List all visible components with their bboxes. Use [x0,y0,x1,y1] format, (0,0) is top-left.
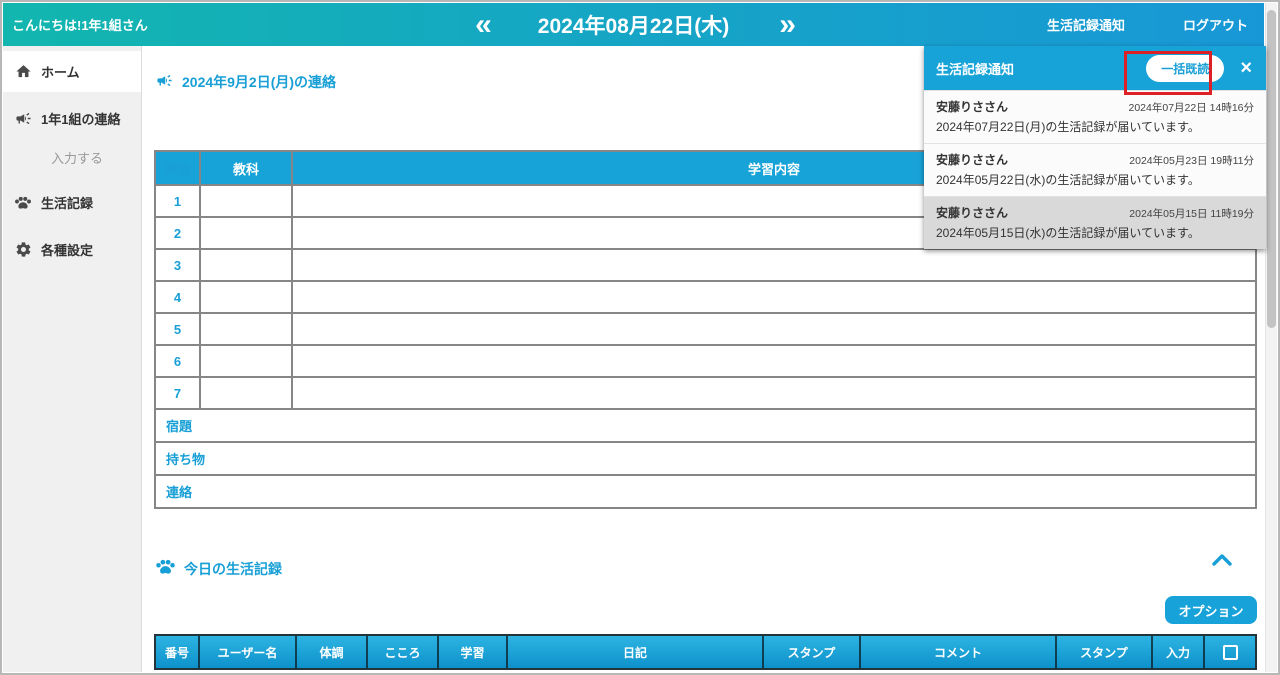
gear-icon [14,241,32,259]
timetable-row: 7 [156,376,1255,408]
sidebar-item-settings[interactable]: 各種設定 [3,229,141,270]
sidebar-item-home[interactable]: ホーム [3,51,141,92]
top-links: 生活記録通知 ログアウト [1047,15,1264,34]
content-cell [291,346,1255,376]
record-notification-link[interactable]: 生活記録通知 [1047,15,1125,34]
col-number: 番号 [156,636,198,668]
megaphone-icon [14,110,32,128]
col-stamp2: スタンプ [1055,636,1151,668]
home-icon [14,63,32,81]
notification-timestamp: 2024年05月15日 11時19分 [1129,206,1254,221]
col-condition: 体調 [295,636,366,668]
user-greeting: こんにちは!1年1組さん [3,15,148,34]
content-cell [291,282,1255,312]
paw-icon [14,194,32,212]
subject-cell [199,218,291,248]
logout-link[interactable]: ログアウト [1183,15,1248,34]
sidebar-item-label: ホーム [41,62,80,81]
col-study: 学習 [437,636,506,668]
subject-cell [199,346,291,376]
sidebar-item-class-notice[interactable]: 1年1組の連絡 [3,98,141,139]
notification-timestamp: 2024年05月23日 19時11分 [1129,153,1254,168]
record-section-heading: 今日の生活記録 [155,558,282,579]
next-day-button[interactable]: » [775,9,796,41]
notification-message: 2024年05月22日(水)の生活記録が届いています。 [936,171,1254,188]
content-cell [291,314,1255,344]
period-number: 4 [156,282,199,312]
megaphone-icon [155,72,174,92]
col-input: 入力 [1151,636,1203,668]
scrollbar-thumb[interactable] [1267,10,1276,328]
period-number: 3 [156,250,199,280]
content-cell [291,378,1255,408]
col-mind: こころ [366,636,437,668]
timetable-header-subject: 教科 [199,152,291,184]
sidebar-item-input[interactable]: 入力する [3,139,141,176]
subject-cell [199,378,291,408]
notice-heading-text: 2024年9月2日(月)の連絡 [182,72,336,92]
notification-sender: 安藤りささん [936,98,1008,115]
subject-cell [199,186,291,216]
notification-panel-header: 生活記録通知 一括既読 × [924,46,1266,90]
period-number: 5 [156,314,199,344]
col-stamp: スタンプ [762,636,859,668]
record-heading-text: 今日の生活記録 [184,559,282,579]
notification-message: 2024年07月22日(月)の生活記録が届いています。 [936,118,1254,135]
col-comment: コメント [859,636,1055,668]
belongings-row: 持ち物 [156,441,1255,474]
content-cell [291,250,1255,280]
homework-row: 宿題 [156,408,1255,441]
sidebar-item-label: 各種設定 [41,240,93,259]
notification-panel-title: 生活記録通知 [936,59,1014,78]
current-date: 2024年08月22日(木) [538,10,729,40]
notification-item-read[interactable]: 安藤りささん 2024年05月15日 11時19分 2024年05月15日(水)… [924,196,1266,249]
notice-section-heading: 2024年9月2日(月)の連絡 [155,72,336,92]
prev-day-button[interactable]: « [471,9,492,41]
chevron-up-icon[interactable] [1211,552,1233,572]
paw-icon [155,558,176,579]
col-diary: 日記 [506,636,762,668]
subject-cell [199,314,291,344]
sidebar-item-label: 生活記録 [41,193,93,212]
period-number: 6 [156,346,199,376]
period-number: 7 [156,378,199,408]
select-all-checkbox[interactable] [1223,645,1238,660]
date-navigation: « 2024年08月22日(木) » [471,9,796,41]
timetable-row: 3 [156,248,1255,280]
record-table-header: 番号 ユーザー名 体調 こころ 学習 日記 スタンプ コメント スタンプ 入力 [154,634,1257,670]
timetable-row: 5 [156,312,1255,344]
timetable-header-period: 時間 [156,152,199,184]
subject-cell [199,282,291,312]
timetable-row: 4 [156,280,1255,312]
col-select [1203,636,1255,668]
sidebar-item-label: 1年1組の連絡 [41,109,120,128]
timetable-row: 6 [156,344,1255,376]
notification-item[interactable]: 安藤りささん 2024年05月23日 19時11分 2024年05月22日(水)… [924,143,1266,196]
top-bar: こんにちは!1年1組さん « 2024年08月22日(木) » 生活記録通知 ロ… [3,3,1264,46]
options-button[interactable]: オプション [1165,596,1257,624]
sidebar-item-life-record[interactable]: 生活記録 [3,182,141,223]
sidebar: ホーム 1年1組の連絡 入力する 生活記録 各種設定 [3,46,142,672]
period-number: 2 [156,218,199,248]
notification-message: 2024年05月15日(水)の生活記録が届いています。 [936,224,1254,241]
close-icon[interactable]: × [1240,58,1252,78]
app-window: こんにちは!1年1組さん « 2024年08月22日(木) » 生活記録通知 ロ… [0,0,1280,675]
notification-timestamp: 2024年07月22日 14時16分 [1129,100,1255,115]
notification-sender: 安藤りささん [936,204,1008,221]
period-number: 1 [156,186,199,216]
contact-row: 連絡 [156,474,1255,507]
notification-item[interactable]: 安藤りささん 2024年07月22日 14時16分 2024年07月22日(月)… [924,90,1266,143]
vertical-scrollbar[interactable] [1265,3,1277,672]
notification-panel: 生活記録通知 一括既読 × 安藤りささん 2024年07月22日 14時16分 … [924,46,1266,249]
col-username: ユーザー名 [198,636,295,668]
notification-sender: 安藤りささん [936,151,1008,168]
subject-cell [199,250,291,280]
mark-all-read-button[interactable]: 一括既読 [1146,55,1224,82]
